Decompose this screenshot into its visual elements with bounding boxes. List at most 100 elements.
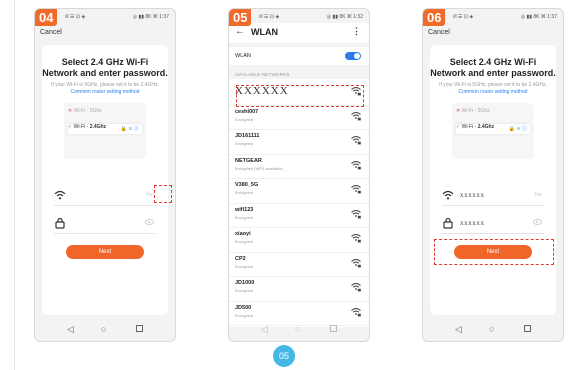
router-setting-link[interactable]: Common router setting method [71, 89, 140, 95]
wifi-signal-lock-icon [351, 136, 361, 145]
wlan-label: WLAN [235, 53, 251, 59]
cancel-button[interactable]: Cancel [40, 29, 62, 36]
step-badge: 05 [229, 9, 252, 26]
band-24g-label: 2.4Ghz [477, 124, 495, 130]
wifi-setup-card: Select 2.4 GHz Wi-Fi Network and enter p… [430, 45, 556, 315]
network-status: Encrypted [235, 116, 254, 122]
router-setting-link[interactable]: Common router setting method [459, 89, 528, 95]
band-5g-label: Wi-Fi - 5Ghz [461, 108, 490, 114]
back-icon[interactable]: ◁ [67, 324, 74, 334]
next-button[interactable]: Next [454, 245, 532, 259]
hint-text: If your Wi-Fi is 5GHz, please set it to … [438, 82, 548, 96]
step-badge: 06 [423, 9, 446, 26]
step-pager-indicator: 05 [273, 345, 295, 367]
band-empty-row [456, 142, 530, 152]
network-status: Encrypted (WPS available) [235, 165, 283, 171]
network-name: V380_5G [235, 182, 259, 188]
network-list-item[interactable]: ceshi007 Encrypted [229, 106, 369, 130]
wifi-icon [442, 190, 454, 200]
wifi-setup-card: Select 2.4 GHz Wi-Fi Network and enter p… [42, 45, 172, 315]
network-list-item[interactable]: V380_5G Encrypted [229, 179, 369, 204]
ssid-hint: Fer [146, 192, 155, 198]
home-icon[interactable]: ○ [489, 324, 494, 334]
more-menu-icon[interactable]: ⋮ [352, 26, 361, 37]
band-24g-prefix: Wi-Fi - [461, 124, 477, 130]
highlight-box [236, 85, 364, 107]
network-status: Encrypted [235, 288, 254, 293]
title-line-2: Network and enter password. [42, 68, 168, 78]
band-5g-label: Wi-Fi - 5Ghz [73, 108, 102, 114]
password-field[interactable] [54, 215, 156, 234]
band-5g-row: ✕ Wi-Fi - 5Ghz [456, 108, 530, 118]
left-divider [14, 0, 15, 370]
network-name: JD500 [235, 304, 252, 311]
network-name: NETGEAR [235, 157, 262, 164]
highlight-box [154, 185, 172, 203]
status-left-icons: ıll ☰ ⊡ ◈ [259, 14, 280, 20]
network-list-item[interactable]: NETGEAR Encrypted (WPS available) [229, 155, 369, 179]
home-icon[interactable]: ○ [101, 324, 106, 334]
wifi-signal-lock-icon [351, 283, 361, 292]
network-name: CP2 [235, 255, 246, 262]
wlan-toggle-row: WLAN [229, 47, 369, 65]
wifi-signal-lock-icon [351, 209, 361, 218]
lock-icon [55, 217, 65, 229]
network-status: Encrypted [235, 263, 254, 269]
step-badge: 04 [35, 9, 58, 26]
network-status: Encrypted [235, 312, 254, 318]
band-24g-row: ✓ Wi-Fi - 2.4Ghz 🔒 ≋ ⓘ [456, 124, 530, 134]
status-left-icons: ıll ☰ ⊡ ◈ [453, 14, 474, 20]
phone-screen-step-05: 05 ıll ☰ ⊡ ◈ ◎ ▮▮ 8K ⌘ 1:32 ← WLAN ⋮ WLA… [228, 8, 370, 342]
wifi-band-illustration: ✕ Wi-Fi - 5Ghz ✓ Wi-Fi - 2.4Ghz 🔒 ≋ ⓘ [64, 103, 146, 159]
band-icons: 🔒 ≋ ⓘ [120, 126, 139, 132]
hint-text: If your Wi-Fi is 5GHz, please set it to … [50, 82, 160, 96]
network-list-item[interactable]: xiaoyi Encrypted [229, 228, 369, 253]
eye-icon[interactable] [145, 219, 154, 225]
network-list-item[interactable]: wifi123 Encrypted [229, 204, 369, 228]
ssid-hint: Fer [534, 192, 543, 198]
back-icon[interactable]: ◁ [261, 324, 268, 334]
network-list-item[interactable]: JD1000 Encrypted [229, 277, 369, 302]
ssid-field[interactable]: xxxxxx Fer [442, 187, 544, 206]
network-name: JD1000 [235, 280, 255, 286]
wlan-toggle[interactable] [345, 52, 361, 60]
android-nav-bar: ◁ ○ [423, 319, 563, 341]
title-line-1: Select 2.4 GHz Wi-Fi [61, 57, 149, 67]
next-button[interactable]: Next [66, 245, 144, 259]
recent-apps-icon[interactable] [136, 324, 143, 334]
title-line-2: Network and enter password. [430, 68, 556, 78]
network-list-item[interactable]: JD161111 Encrypted [229, 130, 369, 155]
hint-text-body: If your Wi-Fi is 5GHz, please set it to … [439, 82, 547, 88]
status-left-icons: ıll ☰ ⊡ ◈ [65, 14, 86, 20]
ssid-field[interactable]: Fer [54, 187, 156, 206]
cross-icon: ✕ [456, 108, 461, 114]
network-name: wifi123 [235, 206, 254, 213]
wifi-band-illustration: ✕ Wi-Fi - 5Ghz ✓ Wi-Fi - 2.4Ghz 🔒 ≋ ⓘ [452, 103, 534, 159]
back-icon[interactable]: ◁ [455, 324, 462, 334]
ssid-value: xxxxxx [460, 191, 485, 199]
android-nav-bar: ◁ ○ [35, 319, 175, 341]
network-status: Encrypted [235, 239, 254, 244]
band-icons: 🔒 ≋ ⓘ [508, 126, 527, 132]
status-right-icons: ◎ ▮▮ 8K ⌘ 1:37 [520, 14, 557, 20]
back-arrow-icon[interactable]: ← [235, 26, 245, 37]
cancel-button[interactable]: Cancel [428, 29, 450, 36]
phone-screen-step-04: 04 ıll ☰ ⊡ ◈ ◎ ▮▮ 8K ⌘ 1:37 Cancel Selec… [34, 8, 176, 342]
android-nav-bar: ◁ ○ [229, 319, 369, 341]
recent-apps-icon[interactable] [524, 324, 531, 334]
network-name: ceshi007 [235, 108, 259, 115]
band-24g-prefix: Wi-Fi - [73, 124, 89, 130]
eye-icon[interactable] [533, 219, 542, 225]
lock-icon [443, 217, 453, 229]
wifi-signal-lock-icon [351, 160, 361, 169]
home-icon[interactable]: ○ [295, 324, 300, 334]
password-field[interactable]: xxxxxx [442, 215, 544, 234]
network-list-item[interactable]: CP2 Encrypted [229, 253, 369, 277]
section-label: AVAILABLE NETWORKS [235, 72, 290, 77]
recent-apps-icon[interactable] [330, 324, 337, 334]
check-icon: ✓ [456, 124, 461, 130]
hint-text-body: If your Wi-Fi is 5GHz, please set it to … [51, 82, 159, 88]
page-title: Select 2.4 GHz Wi-Fi Network and enter p… [430, 57, 556, 79]
page-title: Select 2.4 GHz Wi-Fi Network and enter p… [42, 57, 168, 79]
wifi-signal-lock-icon [351, 258, 361, 267]
